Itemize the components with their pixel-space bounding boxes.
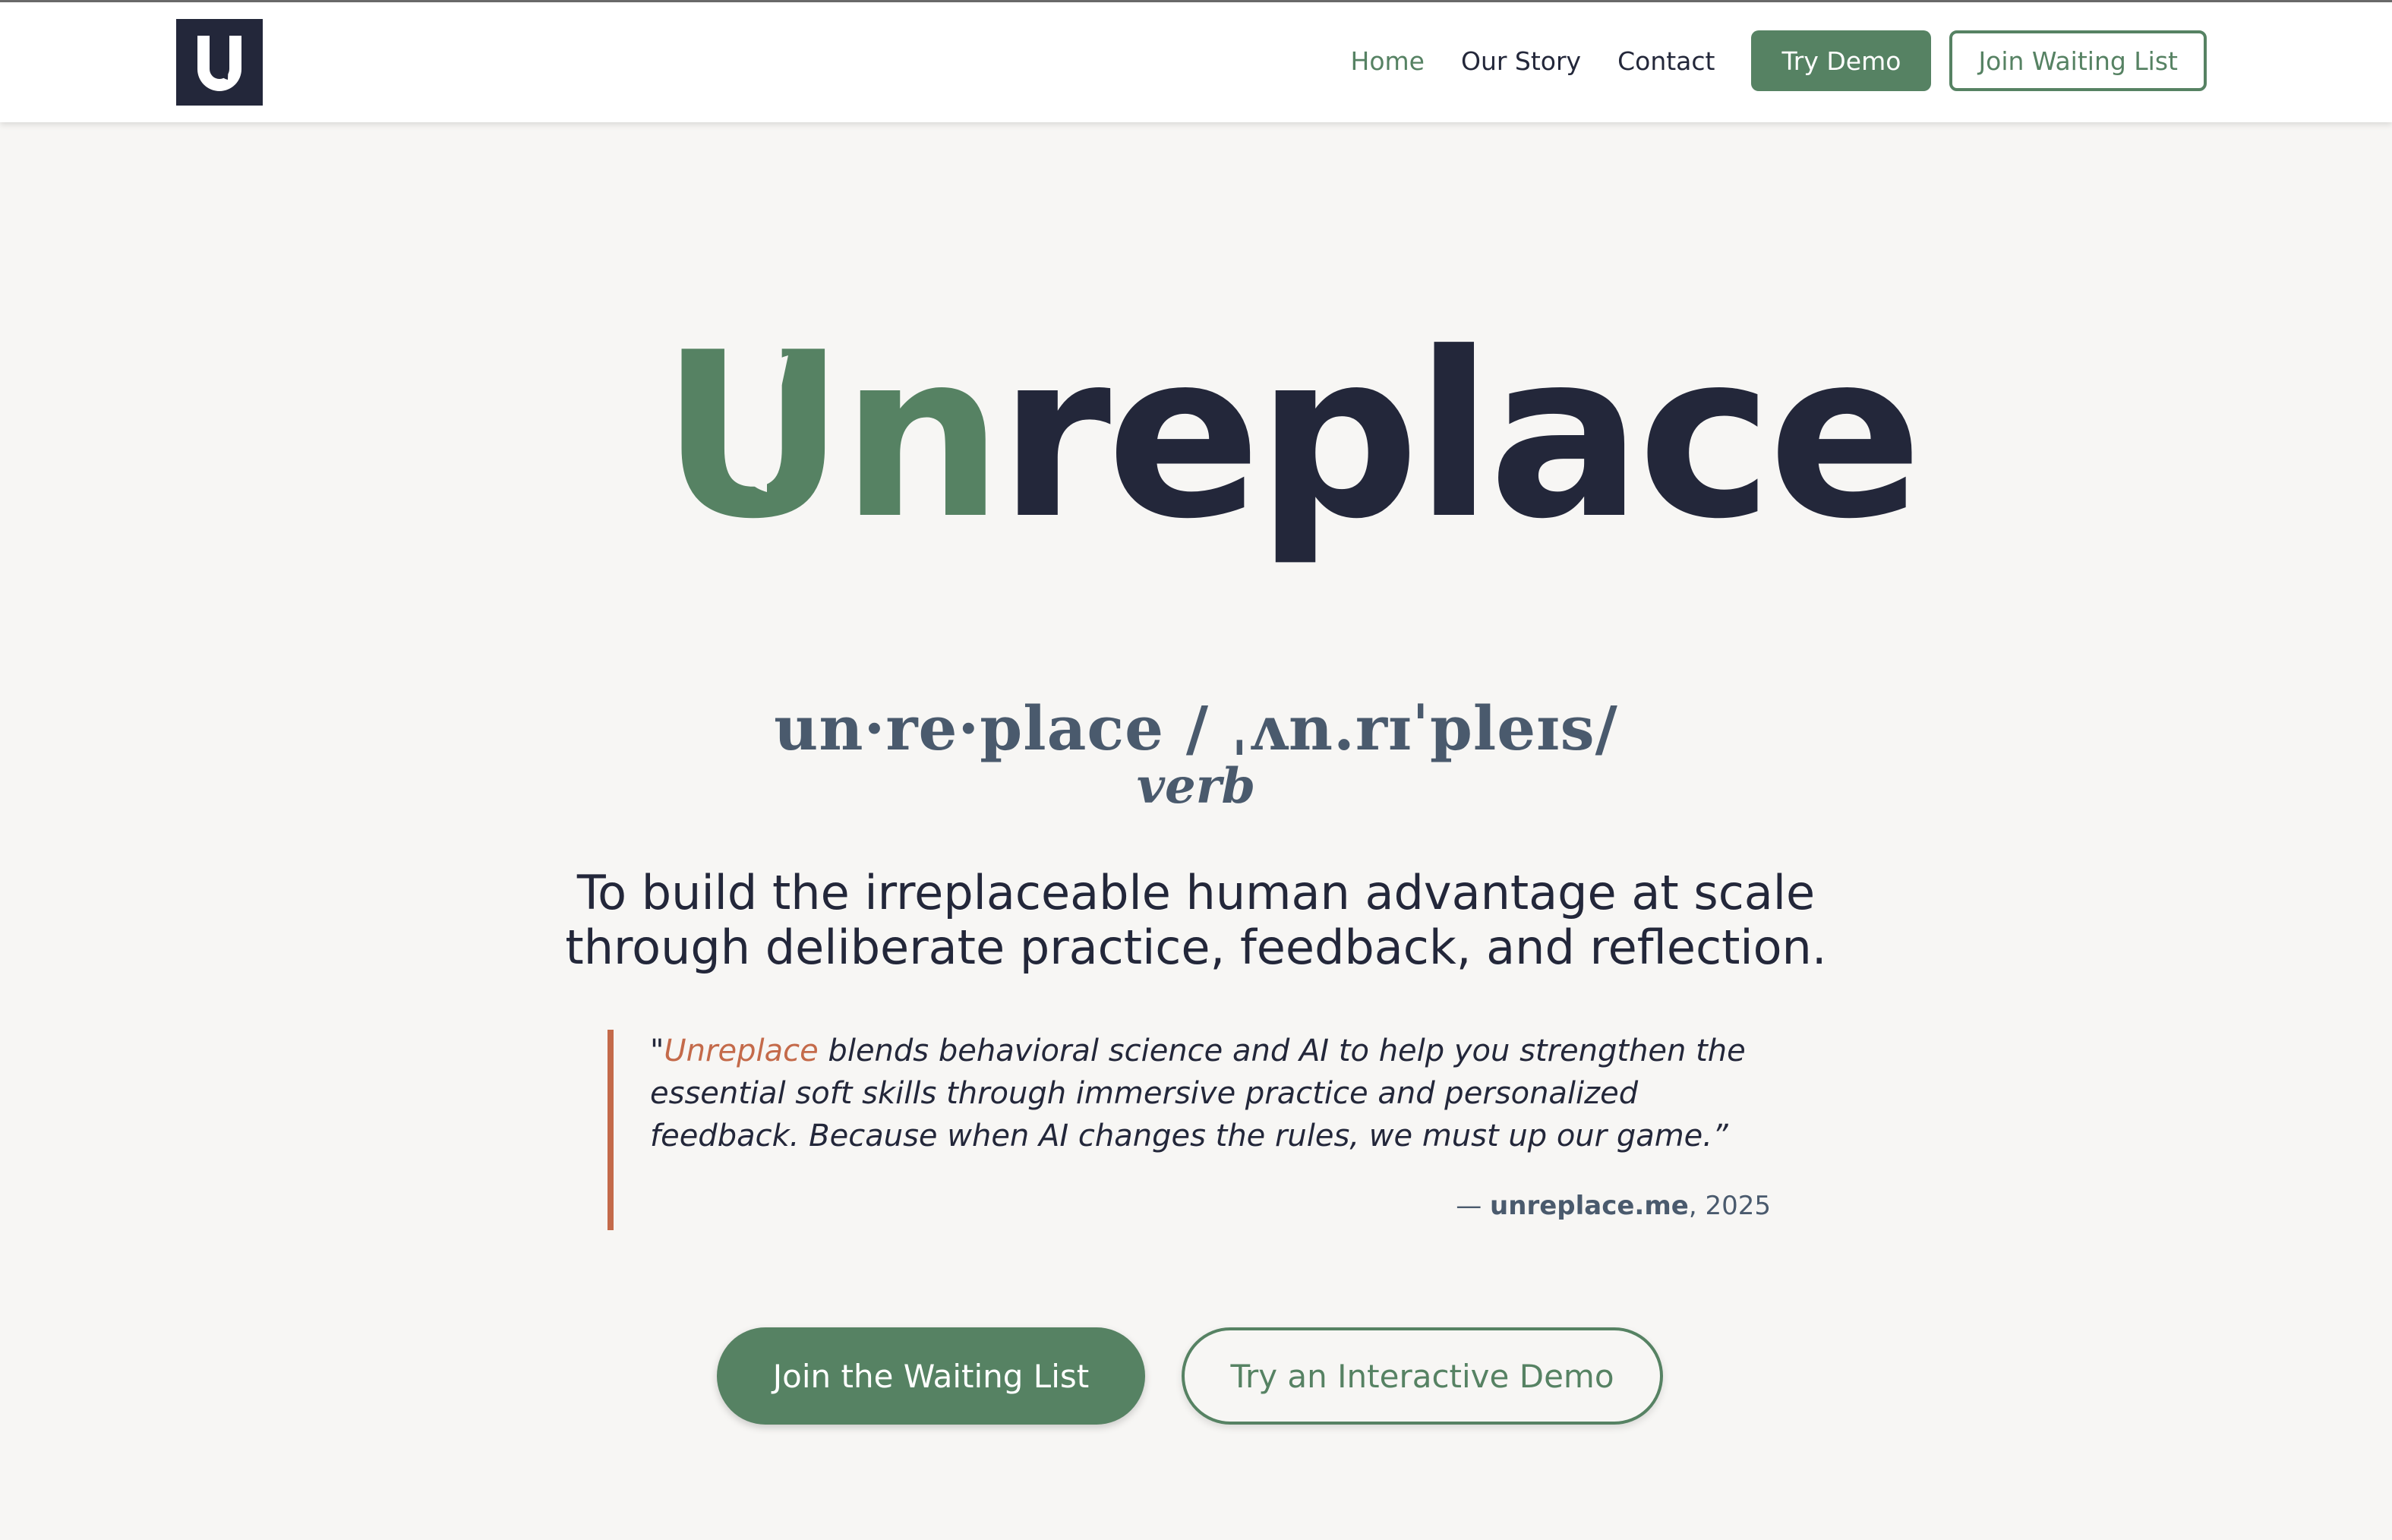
dictionary-definition: un·re·place / ˌʌn.rɪˈpleɪs/ verb — [0, 693, 2392, 815]
main-nav: Home Our Story Contact Try Demo Join Wai… — [1351, 30, 2207, 92]
attribution-dash: — — [1456, 1191, 1491, 1221]
site-header: Home Our Story Contact Try Demo Join Wai… — [0, 2, 2392, 122]
nav-contact[interactable]: Contact — [1617, 46, 1715, 76]
try-demo-button[interactable]: Try Demo — [1751, 30, 1932, 91]
logo-u-face-icon — [197, 36, 241, 91]
try-interactive-demo-button[interactable]: Try an Interactive Demo — [1182, 1327, 1663, 1425]
nav-home[interactable]: Home — [1351, 46, 1425, 76]
mission-line-1: To build the irreplaceable human advanta… — [576, 865, 1816, 920]
quote-text: "Unreplace blends behavioral science and… — [650, 1030, 1774, 1157]
quote-block: "Unreplace blends behavioral science and… — [607, 1030, 1777, 1230]
mission-statement: To build the irreplaceable human advanta… — [0, 866, 2392, 975]
attribution-source: unreplace.me — [1490, 1191, 1689, 1221]
join-the-waiting-list-button[interactable]: Join the Waiting List — [717, 1327, 1145, 1425]
pronunciation: un·re·place / ˌʌn.rɪˈpleɪs/ — [774, 693, 1618, 764]
mission-line-2: through deliberate practice, feedback, a… — [565, 920, 1827, 975]
wordmark-green-part: Un — [661, 304, 999, 569]
hero-wordmark: Unreplace — [661, 304, 1923, 577]
svg-text:Unreplace: Unreplace — [661, 304, 1918, 569]
quote-attribution: — unreplace.me, 2025 — [1456, 1191, 1771, 1221]
wordmark-dark-part: replace — [999, 304, 1918, 569]
cta-row: Join the Waiting List Try an Interactive… — [717, 1327, 1663, 1425]
part-of-speech: verb — [1136, 758, 1256, 815]
quote-highlight: Unreplace — [664, 1034, 819, 1068]
quote-open-mark: " — [650, 1034, 664, 1068]
brand-logo[interactable] — [176, 19, 263, 106]
attribution-year: , 2025 — [1688, 1191, 1771, 1221]
join-waiting-list-button[interactable]: Join Waiting List — [1949, 30, 2207, 91]
nav-our-story[interactable]: Our Story — [1461, 46, 1581, 76]
